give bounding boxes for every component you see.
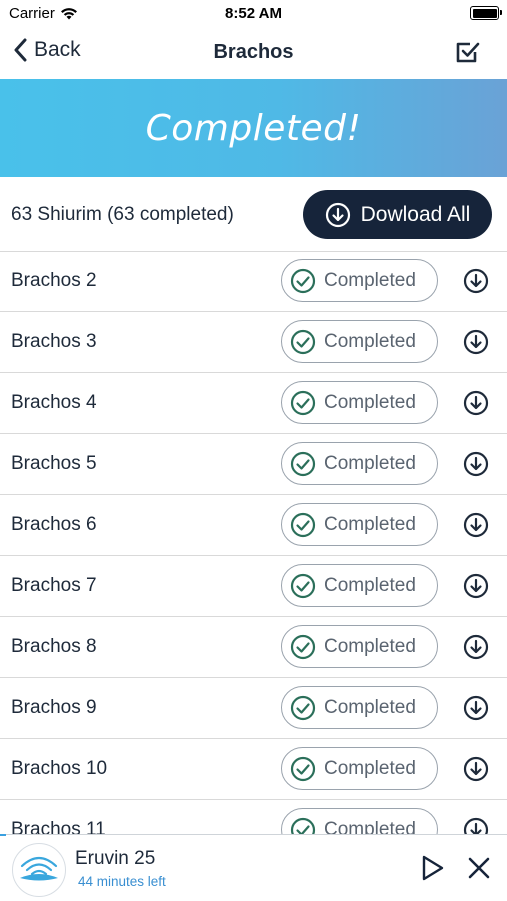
check-circle-icon: [290, 268, 316, 293]
podcast-logo: [12, 843, 66, 897]
list-item[interactable]: Brachos 6 Completed: [0, 495, 507, 556]
check-circle-icon: [290, 695, 316, 720]
check-circle-icon: [290, 512, 316, 537]
download-icon[interactable]: [463, 756, 489, 782]
shiur-name: Brachos 3: [11, 331, 97, 352]
check-circle-icon: [290, 756, 316, 781]
list-item[interactable]: Brachos 4 Completed: [0, 373, 507, 434]
now-playing-title: Eruvin 25: [75, 848, 156, 869]
completed-label: Completed: [324, 696, 416, 718]
shiur-name: Brachos 4: [11, 392, 97, 413]
check-circle-icon: [290, 451, 316, 476]
completed-label: Completed: [324, 269, 416, 291]
summary-row: 63 Shiurim (63 completed) Dowload All: [0, 178, 507, 252]
list-item[interactable]: Brachos 3 Completed: [0, 312, 507, 373]
completed-toggle[interactable]: Completed: [281, 747, 438, 790]
shiurim-list: Brachos 2 Completed Brachos 3 Completed …: [0, 251, 507, 861]
play-icon[interactable]: [421, 855, 445, 881]
shiur-name: Brachos 8: [11, 636, 97, 657]
list-item[interactable]: Brachos 10 Completed: [0, 739, 507, 800]
mini-player[interactable]: Eruvin 25 44 minutes left: [0, 834, 507, 901]
completed-toggle[interactable]: Completed: [281, 625, 438, 668]
download-icon[interactable]: [463, 451, 489, 477]
completed-toggle[interactable]: Completed: [281, 320, 438, 363]
shiurim-count: 63 Shiurim (63 completed): [11, 204, 234, 225]
completed-label: Completed: [324, 391, 416, 413]
completed-toggle[interactable]: Completed: [281, 442, 438, 485]
completed-label: Completed: [324, 574, 416, 596]
download-icon[interactable]: [463, 573, 489, 599]
completed-label: Completed: [324, 513, 416, 535]
download-all-label: Dowload All: [360, 202, 471, 226]
list-item[interactable]: Brachos 9 Completed: [0, 678, 507, 739]
download-icon[interactable]: [463, 512, 489, 538]
download-icon[interactable]: [463, 634, 489, 660]
list-item[interactable]: Brachos 2 Completed: [0, 251, 507, 312]
completed-toggle[interactable]: Completed: [281, 564, 438, 607]
close-icon[interactable]: [467, 856, 491, 880]
check-circle-icon: [290, 329, 316, 354]
shiur-name: Brachos 10: [11, 758, 108, 779]
mark-complete-button[interactable]: [455, 39, 481, 70]
broadcast-waves-icon: [20, 856, 58, 881]
completed-label: Completed: [324, 635, 416, 657]
shiur-name: Brachos 9: [11, 697, 97, 718]
shiur-name: Brachos 7: [11, 575, 97, 596]
clock: 8:52 AM: [225, 5, 282, 22]
completed-label: Completed: [324, 757, 416, 779]
completed-toggle[interactable]: Completed: [281, 259, 438, 302]
list-item[interactable]: Brachos 8 Completed: [0, 617, 507, 678]
checkbox-checked-icon: [456, 42, 480, 63]
download-circle-icon: [325, 202, 350, 227]
completed-label: Completed: [324, 452, 416, 474]
banner-text: Completed!: [145, 107, 362, 149]
completed-toggle[interactable]: Completed: [281, 503, 438, 546]
download-icon[interactable]: [463, 329, 489, 355]
navigation-bar: Back Brachos: [0, 28, 507, 78]
completed-toggle[interactable]: Completed: [281, 686, 438, 729]
completed-toggle[interactable]: Completed: [281, 381, 438, 424]
status-bar: Carrier 8:52 AM: [0, 0, 507, 28]
download-icon[interactable]: [463, 695, 489, 721]
time-remaining: 44 minutes left: [78, 874, 166, 889]
shiur-name: Brachos 5: [11, 453, 97, 474]
download-icon[interactable]: [463, 390, 489, 416]
list-item[interactable]: Brachos 7 Completed: [0, 556, 507, 617]
battery-icon: [470, 6, 502, 20]
shiur-name: Brachos 2: [11, 270, 97, 291]
check-circle-icon: [290, 573, 316, 598]
check-circle-icon: [290, 390, 316, 415]
check-circle-icon: [290, 634, 316, 659]
page-title: Brachos: [213, 41, 294, 63]
download-icon[interactable]: [463, 268, 489, 294]
completed-banner: Completed!: [0, 79, 507, 177]
shiur-name: Brachos 6: [11, 514, 97, 535]
playback-progress: [0, 834, 6, 836]
download-all-button[interactable]: Dowload All: [303, 190, 492, 239]
completed-label: Completed: [324, 330, 416, 352]
list-item[interactable]: Brachos 5 Completed: [0, 434, 507, 495]
